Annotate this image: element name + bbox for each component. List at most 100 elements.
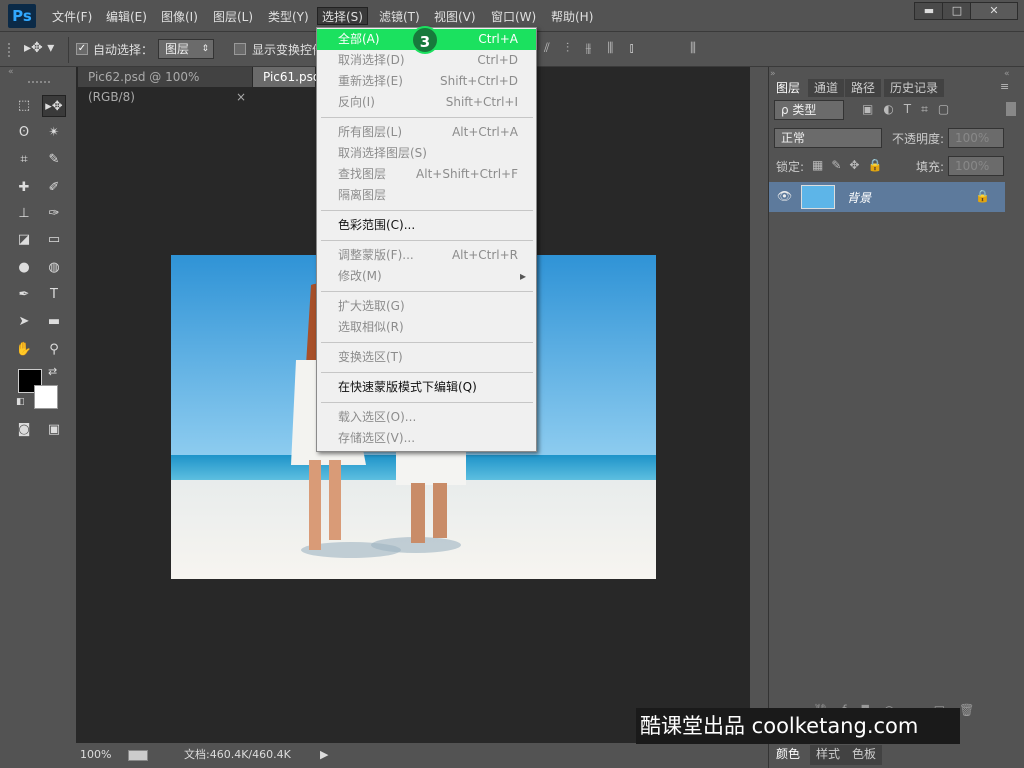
move-tool-icon[interactable]: ▸✥ bbox=[42, 95, 66, 117]
zoom-level[interactable]: 100% bbox=[80, 744, 111, 766]
auto-select-dropdown[interactable]: 图层 ⇕ bbox=[158, 39, 214, 59]
menu-type[interactable]: 类型(Y) bbox=[264, 8, 313, 26]
menu-item-label: 隔离图层 bbox=[338, 188, 387, 202]
layer-kind-filter[interactable]: ρ 类型 bbox=[774, 100, 844, 120]
crop-tool-icon[interactable]: ⌗ bbox=[12, 149, 36, 171]
menu-help[interactable]: 帮助(H) bbox=[547, 8, 597, 26]
menu-item-color-range[interactable]: 色彩范围(C)... bbox=[317, 215, 536, 236]
eraser-icon[interactable]: ◪ bbox=[12, 229, 36, 251]
tab-swatches[interactable]: 色板 bbox=[846, 745, 883, 765]
swap-colors-icon[interactable]: ⇄ bbox=[48, 365, 57, 378]
menu-select[interactable]: 选择(S) bbox=[317, 7, 368, 25]
menu-window[interactable]: 窗口(W) bbox=[487, 8, 540, 26]
menu-image[interactable]: 图像(I) bbox=[157, 8, 202, 26]
menu-separator bbox=[321, 240, 533, 241]
quick-mask-icon[interactable]: ◙ bbox=[12, 419, 36, 441]
clone-stamp-icon[interactable]: ⊥ bbox=[12, 203, 36, 225]
menu-item-all-layers[interactable]: 所有图层(L) Alt+Ctrl+A bbox=[317, 122, 536, 143]
menu-item-load-selection[interactable]: 载入选区(O)... bbox=[317, 407, 536, 428]
collapse-icon[interactable]: « bbox=[8, 67, 72, 77]
menu-item-reselect[interactable]: 重新选择(E) Shift+Ctrl+D bbox=[317, 71, 536, 92]
menu-item-shortcut: Ctrl+A bbox=[478, 32, 518, 46]
panel-menu-icon[interactable]: ≡ bbox=[1000, 80, 1009, 93]
dodge-tool-icon[interactable]: ◍ bbox=[42, 257, 66, 279]
visibility-eye-icon[interactable]: 👁 bbox=[777, 189, 792, 203]
menu-item-deselect-layers[interactable]: 取消选择图层(S) bbox=[317, 143, 536, 164]
type-tool-icon[interactable]: T bbox=[42, 284, 66, 306]
auto-select-checkbox[interactable]: ✓ bbox=[76, 43, 88, 55]
status-menu-arrow-icon[interactable]: ▶ bbox=[320, 744, 328, 766]
menu-item-modify[interactable]: 修改(M) ▸ bbox=[317, 266, 536, 287]
menu-file[interactable]: 文件(F) bbox=[48, 8, 96, 26]
screen-mode-icon[interactable]: ▣ bbox=[42, 419, 66, 441]
menu-filter[interactable]: 滤镜(T) bbox=[375, 8, 424, 26]
menu-item-label: 载入选区(O)... bbox=[338, 410, 417, 424]
grip-handle[interactable] bbox=[8, 43, 12, 57]
lock-options-icons[interactable]: ▦✎✥🔒 bbox=[812, 158, 890, 172]
doc-size-info: 文档:460.4K/460.4K bbox=[184, 748, 291, 761]
hand-tool-icon[interactable]: ✋ bbox=[12, 339, 36, 361]
menu-item-transform-selection[interactable]: 变换选区(T) bbox=[317, 347, 536, 368]
layer-lock-icon: 🔒 bbox=[975, 189, 990, 203]
layer-filter-icons[interactable]: ▣◐T⌗▢ bbox=[862, 102, 959, 117]
auto-select-label: 自动选择： bbox=[93, 43, 154, 57]
menu-view[interactable]: 视图(V) bbox=[430, 8, 480, 26]
marquee-tool-icon[interactable]: ⬚ bbox=[12, 95, 36, 117]
align-icons[interactable]: ⫽ ⫶ ⫵ ⫼ ⫾ bbox=[544, 41, 640, 56]
pen-tool-icon[interactable]: ✒ bbox=[12, 284, 36, 306]
zoom-tool-icon[interactable]: ⚲ bbox=[42, 339, 66, 361]
menu-item-save-selection[interactable]: 存储选区(V)... bbox=[317, 428, 536, 449]
filter-toggle-icon[interactable] bbox=[1006, 102, 1016, 116]
tab-color[interactable]: 颜色 bbox=[770, 745, 807, 765]
path-selection-icon[interactable]: ➤ bbox=[12, 311, 36, 333]
lock-label: 锁定: bbox=[776, 160, 805, 174]
move-tool-preset-icon[interactable]: ▸✥ ▾ bbox=[24, 40, 54, 56]
menu-item-similar[interactable]: 选取相似(R) bbox=[317, 317, 536, 338]
collapse-panels-icon[interactable]: » bbox=[770, 69, 776, 79]
tab-styles[interactable]: 样式 bbox=[810, 745, 847, 765]
tab-layers[interactable]: 图层 bbox=[770, 79, 807, 97]
close-window-button[interactable]: ✕ bbox=[970, 2, 1018, 20]
menu-item-shortcut: Alt+Ctrl+A bbox=[452, 125, 518, 139]
menu-item-quick-mask[interactable]: 在快速蒙版模式下编辑(Q) bbox=[317, 377, 536, 398]
expand-panels-icon[interactable]: « bbox=[1004, 69, 1010, 79]
menu-layer[interactable]: 图层(L) bbox=[209, 8, 257, 26]
tab-paths[interactable]: 路径 bbox=[845, 79, 882, 97]
menu-edit[interactable]: 编辑(E) bbox=[102, 8, 151, 26]
eyedropper-icon[interactable]: ✎ bbox=[42, 149, 66, 171]
menu-item-inverse[interactable]: 反向(I) Shift+Ctrl+I bbox=[317, 92, 536, 113]
close-tab-icon[interactable]: × bbox=[236, 87, 246, 107]
brush-tool-icon[interactable]: ✐ bbox=[42, 177, 66, 199]
default-colors-icon[interactable]: ◧ bbox=[16, 397, 25, 407]
tab-channels[interactable]: 通道 bbox=[808, 79, 845, 97]
history-brush-icon[interactable]: ✑ bbox=[42, 203, 66, 225]
menu-item-refine-mask[interactable]: 调整蒙版(F)... Alt+Ctrl+R bbox=[317, 245, 536, 266]
blur-tool-icon[interactable]: ● bbox=[12, 257, 36, 279]
status-preview-icon[interactable] bbox=[128, 750, 148, 761]
layer-row-background[interactable]: 👁 背景 🔒 bbox=[769, 182, 1005, 212]
maximize-button[interactable]: □ bbox=[942, 2, 972, 20]
distribute-icon[interactable]: ⫼ bbox=[690, 41, 696, 56]
minimize-button[interactable]: ▬ bbox=[914, 2, 944, 20]
blend-mode-dropdown[interactable]: 正常 bbox=[774, 128, 882, 148]
menu-item-label: 取消选择(D) bbox=[338, 53, 405, 67]
gradient-tool-icon[interactable]: ▭ bbox=[42, 229, 66, 251]
select-menu-dropdown: 全部(A) Ctrl+A 取消选择(D) Ctrl+D 重新选择(E) Shif… bbox=[316, 27, 537, 452]
opacity-field[interactable]: 100% bbox=[948, 128, 1004, 148]
healing-brush-icon[interactable]: ✚ bbox=[12, 177, 36, 199]
magic-wand-icon[interactable]: ✴ bbox=[42, 122, 66, 144]
tab-history[interactable]: 历史记录 bbox=[884, 79, 945, 97]
background-color-swatch[interactable] bbox=[34, 385, 58, 409]
lasso-tool-icon[interactable]: ʘ bbox=[12, 122, 36, 144]
fill-field[interactable]: 100% bbox=[948, 156, 1004, 176]
menu-item-isolate-layers[interactable]: 隔离图层 bbox=[317, 185, 536, 206]
tab-pic61[interactable]: Pic61.psd bbox=[253, 67, 320, 87]
show-transform-checkbox[interactable] bbox=[234, 43, 246, 55]
status-bar: 100% 文档:460.4K/460.4K ▶ bbox=[76, 744, 750, 768]
menu-item-find-layers[interactable]: 查找图层 Alt+Shift+Ctrl+F bbox=[317, 164, 536, 185]
menu-separator bbox=[321, 210, 533, 211]
menu-item-grow[interactable]: 扩大选取(G) bbox=[317, 296, 536, 317]
menu-separator bbox=[321, 342, 533, 343]
rectangle-tool-icon[interactable]: ▬ bbox=[42, 311, 66, 333]
tab-pic62[interactable]: Pic62.psd @ 100%(RGB/8) × bbox=[78, 67, 252, 104]
